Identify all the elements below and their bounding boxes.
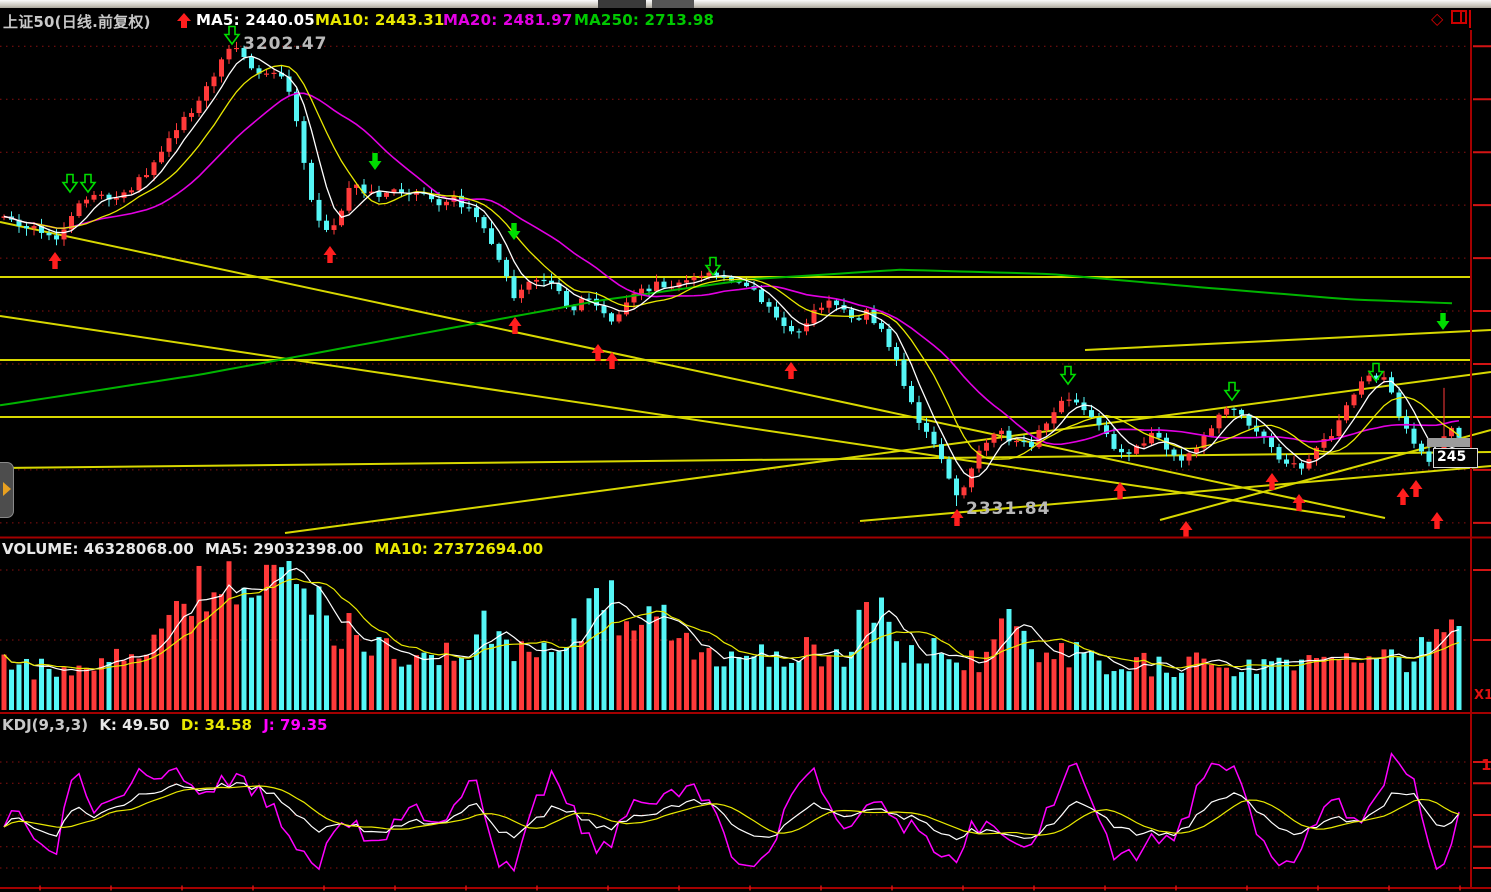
- kdj-scale-label: 1: [1481, 756, 1491, 774]
- volume-ma10-readout: MA10: 27372694.00: [375, 540, 544, 558]
- current-price-tag-bg: [1427, 438, 1470, 447]
- volume-unit-label: X1: [1474, 688, 1491, 703]
- volume-readout: VOLUME: 46328068.00: [2, 540, 194, 558]
- kdj-pane[interactable]: [0, 735, 1471, 887]
- expand-triangle-icon: [3, 482, 11, 496]
- kdj-j-readout: J: 79.35: [263, 716, 327, 734]
- volume-header: VOLUME: 46328068.00 MA5: 29032398.00 MA1…: [2, 540, 549, 558]
- volume-ma5-readout: MA5: 29032398.00: [205, 540, 363, 558]
- volume-pane[interactable]: [0, 560, 1471, 712]
- main-chart-pane[interactable]: [0, 30, 1471, 538]
- panel-expand-handle[interactable]: [0, 462, 14, 518]
- high-price-label: 3202.47: [243, 34, 327, 54]
- kdj-name: KDJ(9,3,3): [2, 716, 88, 734]
- kdj-d-readout: D: 34.58: [181, 716, 252, 734]
- current-price-tag: 245: [1433, 448, 1478, 468]
- kdj-k-readout: K: 49.50: [99, 716, 169, 734]
- trading-app-window: 上证50(日线.前复权) MA5: 2440.05 MA10: 2443.31 …: [0, 0, 1491, 892]
- kdj-header: KDJ(9,3,3) K: 49.50 D: 34.58 J: 79.35: [2, 716, 333, 734]
- low-price-label: 2331.84: [966, 499, 1050, 519]
